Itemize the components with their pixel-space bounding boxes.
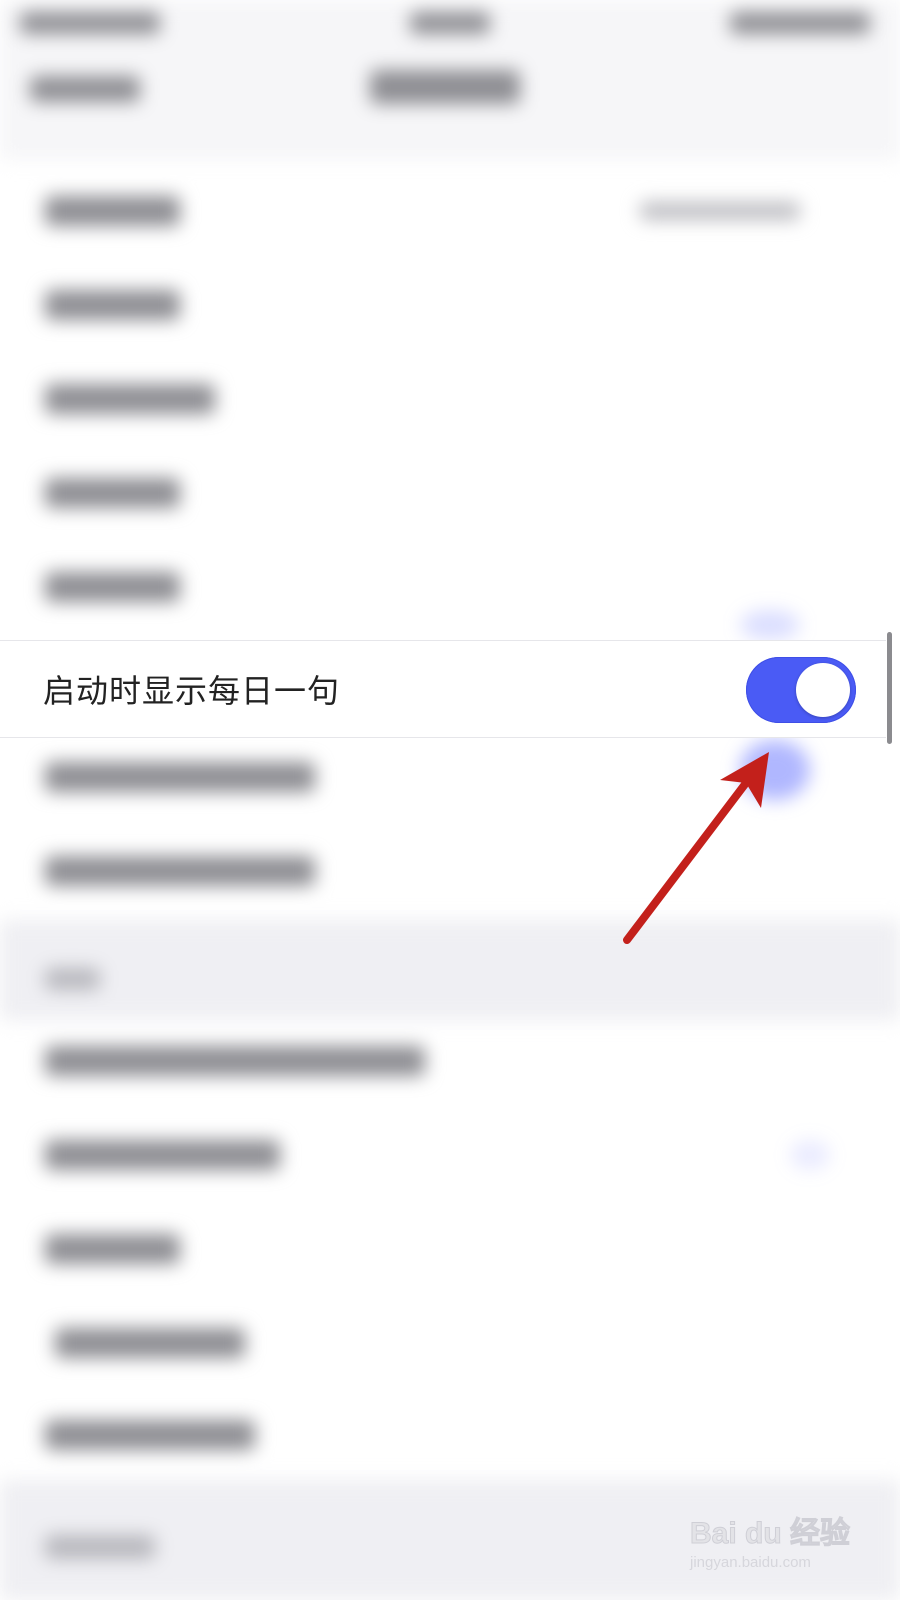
daily-quote-setting-label: 启动时显示每日一句: [43, 672, 341, 710]
settings-row[interactable]: [45, 1420, 255, 1450]
blurred-background: [0, 0, 900, 1600]
toggle-knob: [796, 663, 850, 717]
scrollbar-thumb[interactable]: [887, 632, 892, 744]
watermark-logo: Bai du 经验: [690, 1517, 851, 1551]
section-header: [45, 968, 100, 990]
toggle-glow: [740, 740, 810, 800]
baidu-jingyan-watermark: Bai du 经验 jingyan.baidu.com: [690, 1508, 890, 1588]
section-separator: [0, 920, 900, 1020]
settings-row[interactable]: [45, 1046, 425, 1076]
status-bar-left: [20, 12, 160, 34]
toggle-glow: [790, 1140, 830, 1170]
section-header: [45, 1535, 155, 1559]
settings-row-value: [640, 202, 800, 220]
settings-row[interactable]: [45, 762, 315, 792]
settings-screen: 启动时显示每日一句 Bai du 经验 jingyan.baidu.com: [0, 0, 900, 1600]
daily-quote-setting-row[interactable]: 启动时显示每日一句: [0, 640, 886, 738]
settings-row[interactable]: [45, 384, 215, 414]
back-button[interactable]: [30, 76, 140, 102]
toggle-glow: [740, 610, 800, 640]
status-bar-right: [730, 12, 870, 34]
settings-row[interactable]: [45, 478, 180, 508]
page-title: [370, 70, 520, 104]
settings-row[interactable]: [45, 196, 180, 226]
settings-row[interactable]: [55, 1328, 245, 1358]
settings-row[interactable]: [45, 856, 315, 886]
watermark-url: jingyan.baidu.com: [690, 1554, 811, 1571]
settings-row[interactable]: [45, 1234, 180, 1264]
settings-row[interactable]: [45, 572, 180, 602]
settings-row[interactable]: [45, 1140, 280, 1170]
daily-quote-toggle[interactable]: [746, 657, 856, 723]
status-bar-center: [410, 12, 490, 34]
settings-row[interactable]: [45, 290, 180, 320]
